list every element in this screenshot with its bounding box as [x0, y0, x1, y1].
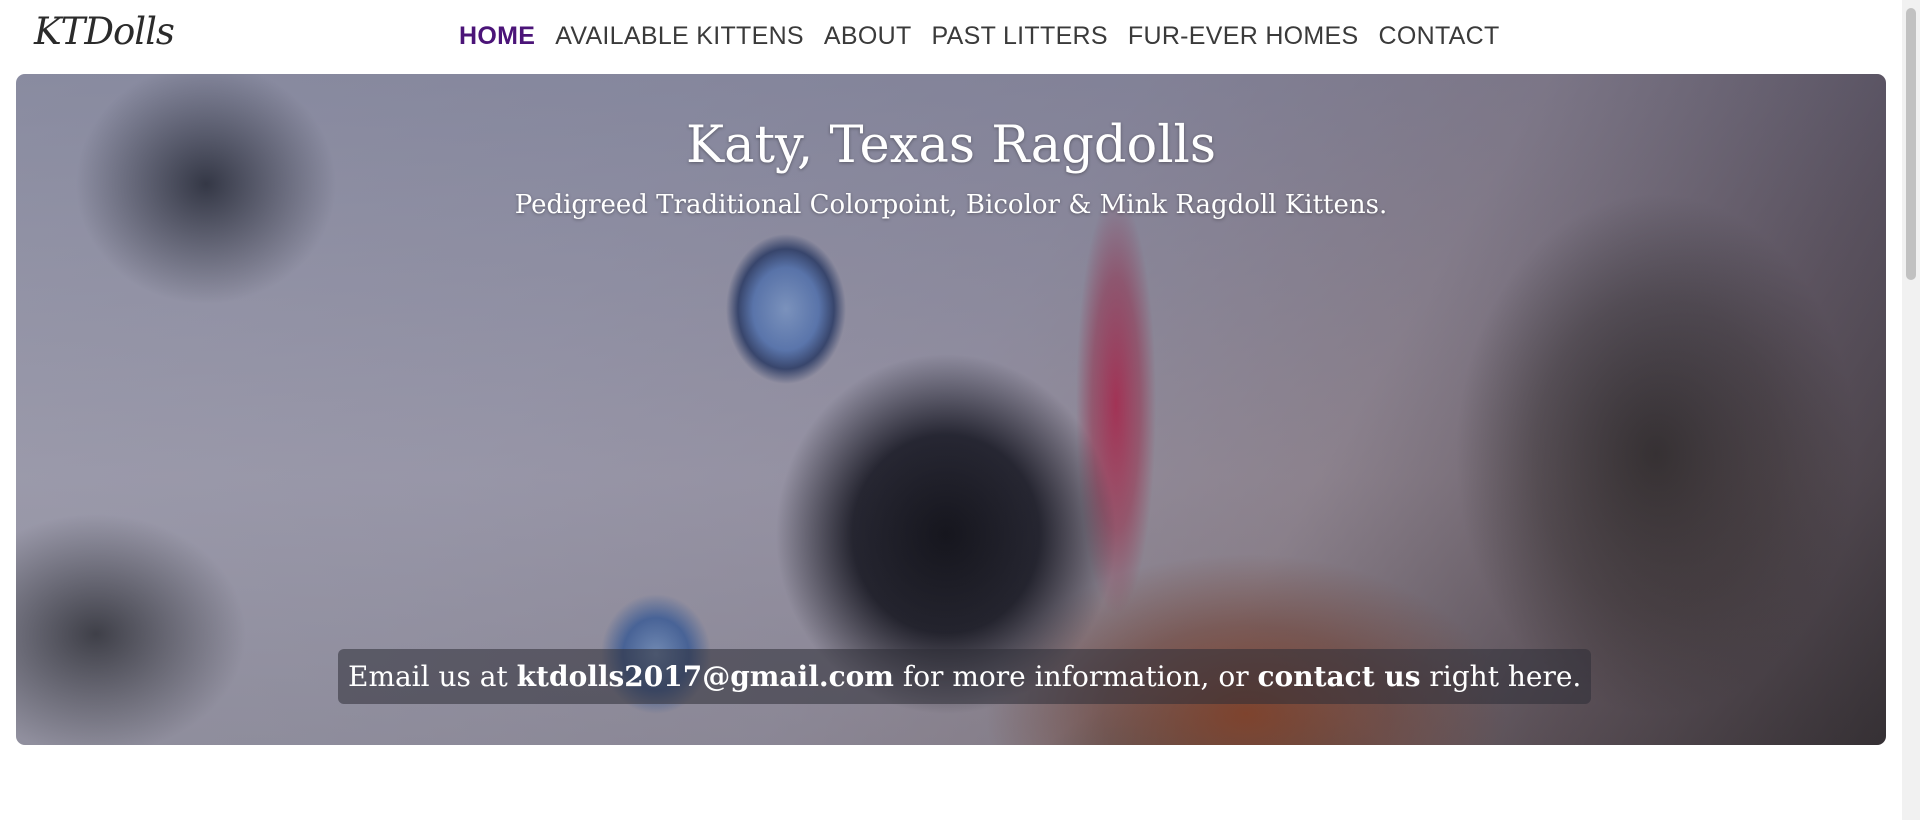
nav-item-past-litters[interactable]: PAST LITTERS — [922, 20, 1118, 52]
site-logo[interactable]: KTDolls — [34, 10, 175, 53]
cta-prefix: Email us at — [348, 660, 517, 693]
cta-middle: for more information, or — [893, 660, 1258, 693]
contact-us-link[interactable]: contact us — [1258, 660, 1421, 693]
nav-item-contact[interactable]: CONTACT — [1369, 20, 1510, 52]
cta-suffix: right here. — [1420, 660, 1582, 693]
page-scrollbar[interactable] — [1902, 0, 1920, 820]
main-nav: HOME AVAILABLE KITTENS ABOUT PAST LITTER… — [449, 20, 1510, 52]
contact-callout: Email us at ktdolls2017@gmail.com for mo… — [338, 649, 1592, 704]
email-link[interactable]: ktdolls2017@gmail.com — [517, 660, 894, 693]
nav-item-about[interactable]: ABOUT — [814, 20, 922, 52]
top-navbar: KTDolls HOME AVAILABLE KITTENS ABOUT PAS… — [0, 0, 1902, 74]
hero-title: Katy, Texas Ragdolls — [685, 116, 1217, 175]
hero-banner: Katy, Texas Ragdolls Pedigreed Tradition… — [16, 74, 1886, 745]
nav-item-available-kittens[interactable]: AVAILABLE KITTENS — [545, 20, 814, 52]
nav-item-fur-ever-homes[interactable]: FUR-EVER HOMES — [1118, 20, 1369, 52]
page: KTDolls HOME AVAILABLE KITTENS ABOUT PAS… — [0, 0, 1902, 820]
hero-subtitle: Pedigreed Traditional Colorpoint, Bicolo… — [514, 190, 1388, 220]
nav-item-home[interactable]: HOME — [449, 20, 545, 52]
scrollbar-thumb[interactable] — [1906, 8, 1916, 280]
